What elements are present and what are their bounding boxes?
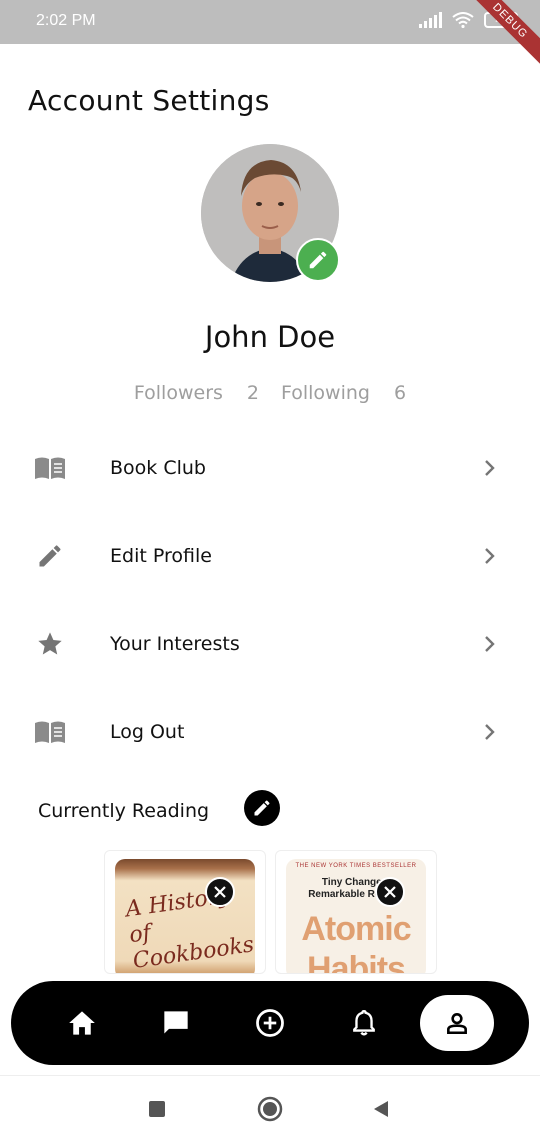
menu-item-label: Log Out: [110, 721, 185, 743]
add-circle-icon: [256, 1009, 284, 1037]
recents-button[interactable]: [144, 1096, 170, 1122]
bottom-nav: [11, 981, 529, 1065]
menu-item-label: Edit Profile: [110, 545, 212, 567]
following-label[interactable]: Following: [281, 382, 370, 404]
circle-icon: [257, 1096, 283, 1122]
book-cover-subtitle: Tiny Changes, Remarkable Results: [308, 877, 404, 900]
pencil-icon: [309, 251, 327, 269]
signal-icon: [419, 12, 442, 28]
followers-label[interactable]: Followers: [134, 382, 223, 404]
menu-item-edit-profile[interactable]: Edit Profile: [0, 512, 540, 600]
nav-chat-button[interactable]: [141, 981, 211, 1065]
menu-item-label: Book Club: [110, 457, 206, 479]
chevron-right-icon: [480, 546, 500, 566]
nav-home-button[interactable]: [47, 981, 117, 1065]
pencil-icon: [254, 800, 270, 816]
menu-item-label: Your Interests: [110, 633, 240, 655]
profile-name: John Doe: [204, 320, 336, 354]
bell-icon: [353, 1009, 375, 1036]
remove-book-button[interactable]: [205, 877, 235, 907]
edit-reading-button[interactable]: [244, 790, 280, 826]
status-bar: 2:02 PM 48 DEBUG: [0, 0, 540, 70]
person-icon: [447, 1013, 467, 1035]
nav-profile-button[interactable]: [420, 995, 494, 1051]
book-card[interactable]: A History of Cookbooks: [104, 850, 266, 974]
home-icon: [69, 1011, 95, 1035]
nav-notifications-button[interactable]: [329, 981, 399, 1065]
menu-item-log-out[interactable]: Log Out: [0, 688, 540, 776]
menu-item-book-club[interactable]: Book Club: [0, 424, 540, 512]
currently-reading-title: Currently Reading: [38, 800, 210, 822]
chat-icon: [164, 1011, 188, 1034]
book-cover: A History of Cookbooks: [115, 859, 255, 973]
followers-count[interactable]: 2: [247, 382, 259, 404]
book-card[interactable]: THE NEW YORK TIMES BESTSELLER Tiny Chang…: [275, 850, 437, 974]
debug-banner: DEBUG: [461, 0, 540, 70]
close-icon: [214, 886, 226, 898]
star-icon: [32, 626, 68, 662]
book-cover-kicker: THE NEW YORK TIMES BESTSELLER: [295, 863, 417, 869]
triangle-back-icon: [374, 1101, 388, 1117]
close-icon: [384, 886, 396, 898]
book-open-icon: [32, 450, 68, 486]
back-button[interactable]: [368, 1096, 394, 1122]
home-system-button[interactable]: [257, 1096, 283, 1122]
book-cover: THE NEW YORK TIMES BESTSELLER Tiny Chang…: [286, 859, 426, 974]
chevron-right-icon: [480, 458, 500, 478]
menu-item-your-interests[interactable]: Your Interests: [0, 600, 540, 688]
chevron-right-icon: [480, 722, 500, 742]
pencil-icon: [32, 538, 68, 574]
wifi-icon: [452, 12, 474, 28]
book-cover-title: Atomic Habits: [301, 910, 411, 974]
edit-avatar-button[interactable]: [296, 238, 340, 282]
follow-stats: Followers 2 Following 6: [0, 382, 540, 404]
square-icon: [149, 1101, 165, 1117]
remove-book-button[interactable]: [375, 877, 405, 907]
book-open-icon: [32, 714, 68, 750]
nav-add-button[interactable]: [235, 981, 305, 1065]
status-time: 2:02 PM: [36, 12, 96, 29]
page-title: Account Settings: [28, 84, 270, 117]
system-nav-bar: [0, 1075, 540, 1140]
chevron-right-icon: [480, 634, 500, 654]
following-count[interactable]: 6: [394, 382, 406, 404]
